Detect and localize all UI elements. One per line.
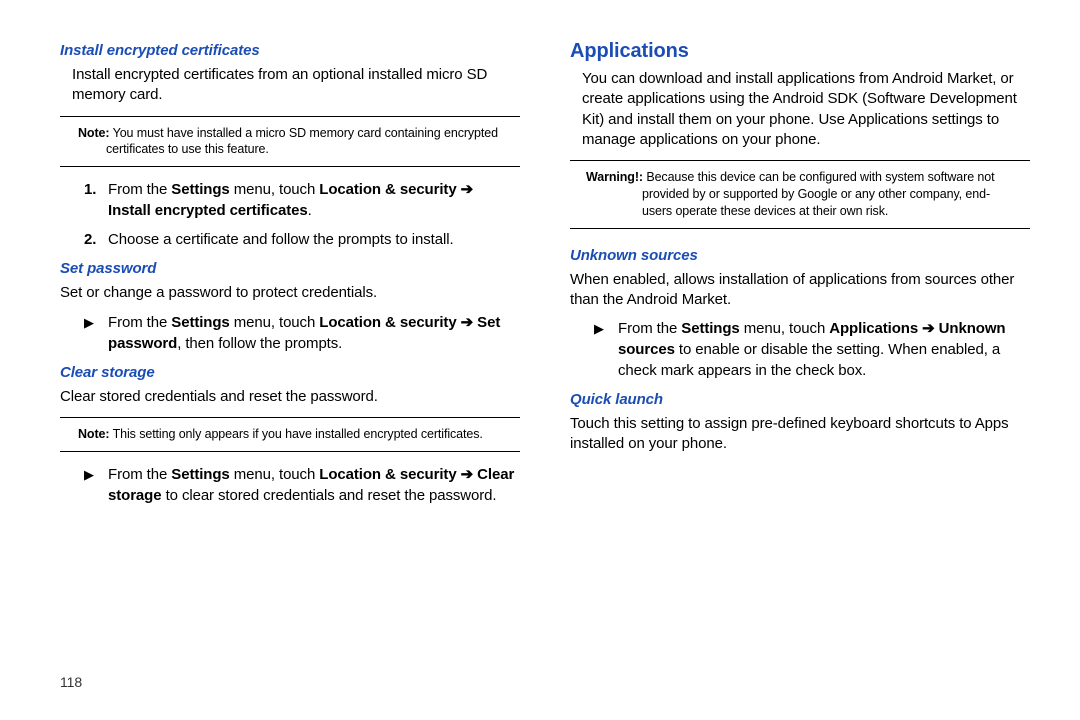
- bullets-set-password: ▶ From the Settings menu, touch Location…: [84, 312, 520, 354]
- bullet-text: From the Settings menu, touch Location &…: [108, 466, 514, 504]
- triangle-bullet-icon: ▶: [84, 466, 94, 484]
- warning-applications: Warning!: Because this device can be con…: [570, 160, 1030, 229]
- para-applications: You can download and install application…: [582, 69, 1030, 150]
- step-text: From the Settings menu, touch Location &…: [108, 181, 473, 219]
- heading-quick-launch: Quick launch: [570, 391, 1030, 408]
- step-text: Choose a certificate and follow the prom…: [108, 231, 454, 248]
- heading-set-password: Set password: [60, 260, 520, 277]
- two-column-layout: Install encrypted certificates Install e…: [60, 40, 1030, 516]
- heading-unknown-sources: Unknown sources: [570, 247, 1030, 264]
- para-quick-launch: Touch this setting to assign pre-defined…: [570, 414, 1030, 455]
- arrow-icon: ➔: [461, 314, 473, 331]
- bullet-text: From the Settings menu, touch Applicatio…: [618, 320, 1005, 379]
- note-text: You must have installed a micro SD memor…: [106, 126, 498, 157]
- step-2: 2. Choose a certificate and follow the p…: [84, 229, 520, 250]
- steps-install-encrypted: 1. From the Settings menu, touch Locatio…: [84, 179, 520, 250]
- step-number: 1.: [84, 179, 96, 200]
- heading-applications: Applications: [570, 40, 1030, 63]
- bullet-item: ▶ From the Settings menu, touch Location…: [84, 312, 520, 354]
- step-number: 2.: [84, 229, 96, 250]
- warning-label: Warning!:: [586, 170, 643, 184]
- left-column: Install encrypted certificates Install e…: [60, 40, 520, 516]
- arrow-icon: ➔: [461, 466, 473, 483]
- arrow-icon: ➔: [461, 181, 473, 198]
- step-1: 1. From the Settings menu, touch Locatio…: [84, 179, 520, 221]
- note-install-encrypted: Note: You must have installed a micro SD…: [60, 116, 520, 168]
- triangle-bullet-icon: ▶: [84, 314, 94, 332]
- arrow-icon: ➔: [922, 320, 934, 337]
- para-unknown-sources: When enabled, allows installation of app…: [570, 270, 1030, 311]
- right-column: Applications You can download and instal…: [570, 40, 1030, 516]
- bullet-item: ▶ From the Settings menu, touch Location…: [84, 464, 520, 506]
- triangle-bullet-icon: ▶: [594, 320, 604, 338]
- note-label: Note:: [78, 126, 109, 140]
- para-set-password: Set or change a password to protect cred…: [60, 283, 520, 303]
- note-label: Note:: [78, 427, 109, 441]
- warning-text: Because this device can be configured wi…: [642, 170, 995, 218]
- para-install-encrypted: Install encrypted certificates from an o…: [72, 65, 520, 106]
- para-clear-storage: Clear stored credentials and reset the p…: [60, 387, 520, 407]
- note-text: This setting only appears if you have in…: [109, 427, 482, 441]
- bullets-clear-storage: ▶ From the Settings menu, touch Location…: [84, 464, 520, 506]
- bullet-item: ▶ From the Settings menu, touch Applicat…: [594, 318, 1030, 381]
- heading-install-encrypted-certificates: Install encrypted certificates: [60, 42, 520, 59]
- note-clear-storage: Note: This setting only appears if you h…: [60, 417, 520, 452]
- heading-clear-storage: Clear storage: [60, 364, 520, 381]
- page-number: 118: [60, 674, 82, 690]
- bullet-text: From the Settings menu, touch Location &…: [108, 314, 500, 352]
- bullets-unknown-sources: ▶ From the Settings menu, touch Applicat…: [594, 318, 1030, 381]
